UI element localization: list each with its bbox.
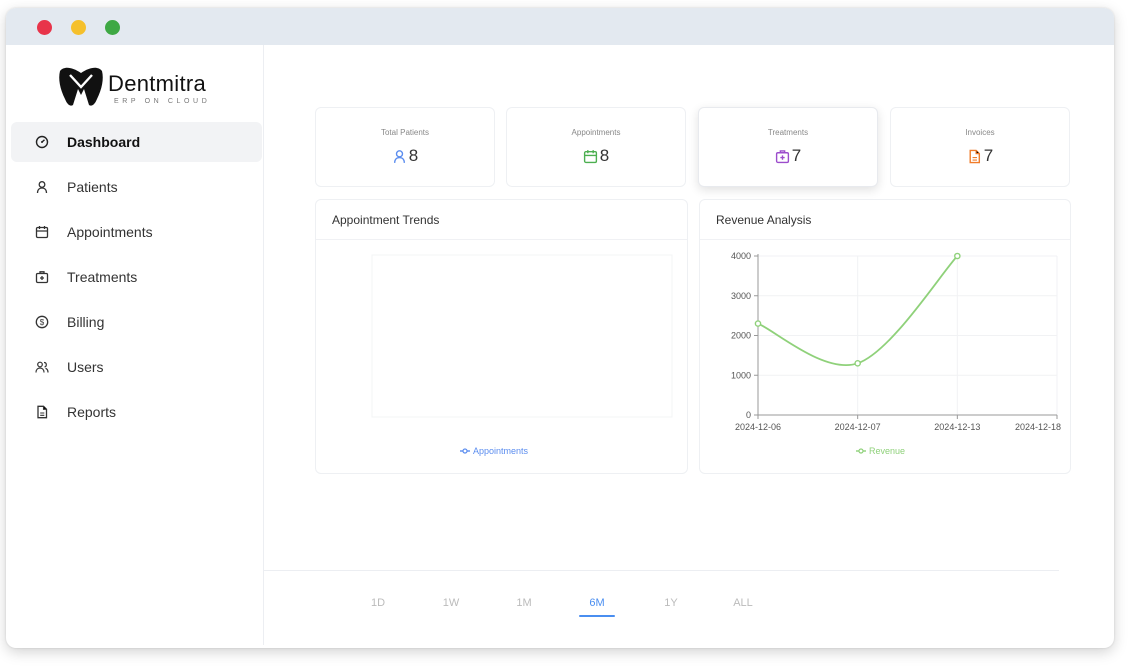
sidebar-item-label: Dashboard xyxy=(67,134,141,150)
y-tick-label: 0 xyxy=(746,410,751,420)
legend-marker-dot xyxy=(462,448,468,454)
sidebar-item-users[interactable]: Users xyxy=(11,347,262,387)
range-1w-button[interactable]: 1W xyxy=(433,597,469,615)
person-icon xyxy=(393,149,405,163)
stat-label: Total Patients xyxy=(380,128,430,137)
brand-logo[interactable]: Dentmitra ERP ON CLOUD xyxy=(56,65,226,111)
range-1d-button[interactable]: 1D xyxy=(360,597,396,615)
x-axis: 2024-12-06 2024-12-07 2024-12-13 2024-12-18 xyxy=(735,414,1061,432)
chart-grid xyxy=(757,255,1058,416)
brand-tagline: ERP ON CLOUD xyxy=(114,98,211,105)
stat-card-treatments[interactable]: Treatments 7 xyxy=(698,107,878,187)
sidebar: Dentmitra ERP ON CLOUD Dashboard Patient… xyxy=(6,45,263,435)
app-window: Dentmitra ERP ON CLOUD Dashboard Patient… xyxy=(6,8,1114,648)
gauge-icon xyxy=(35,135,49,149)
medical-kit-icon xyxy=(775,149,789,163)
stat-card-appointments[interactable]: Appointments 8 xyxy=(506,107,686,187)
stat-label: Appointments xyxy=(571,128,621,137)
stat-card-total-patients[interactable]: Total Patients 8 xyxy=(315,107,495,187)
stat-label: Invoices xyxy=(965,128,995,137)
sidebar-item-patients[interactable]: Patients xyxy=(11,167,262,207)
medical-kit-icon xyxy=(35,271,49,284)
range-6m-button[interactable]: 6M xyxy=(579,597,615,615)
stat-label: Treatments xyxy=(767,128,809,137)
document-icon xyxy=(37,405,48,419)
sidebar-item-treatments[interactable]: Treatments xyxy=(11,257,262,297)
x-tick-label: 2024-12-13 xyxy=(934,422,980,432)
x-tick-label: 2024-12-07 xyxy=(835,422,881,432)
sidebar-item-label: Reports xyxy=(67,404,117,420)
range-all-button[interactable]: ALL xyxy=(725,597,761,615)
range-selected-indicator xyxy=(579,615,615,617)
svg-text:$: $ xyxy=(40,318,45,327)
y-tick-label: 4000 xyxy=(731,251,751,261)
person-icon xyxy=(36,181,48,194)
sidebar-item-label: Patients xyxy=(67,179,118,195)
sidebar-item-dashboard[interactable]: Dashboard xyxy=(11,122,262,162)
close-window-button[interactable] xyxy=(37,20,52,35)
brand-name: Dentmitra xyxy=(108,71,207,96)
revenue-analysis-chart: 01000200030004000 2024-12-06 2024-12-07 20… xyxy=(731,251,1061,456)
appointment-trends-card: Appointment Trends Appointments xyxy=(315,199,688,474)
sidebar-divider xyxy=(263,45,264,645)
title-bar xyxy=(6,8,1114,45)
revenue-point[interactable] xyxy=(854,360,861,367)
calendar-icon xyxy=(35,226,49,239)
time-range-divider xyxy=(264,570,1059,571)
sidebar-item-billing[interactable]: $ Billing xyxy=(11,302,262,342)
sidebar-item-label: Treatments xyxy=(67,269,138,285)
sidebar-item-reports[interactable]: Reports xyxy=(11,392,262,432)
revenue-point[interactable] xyxy=(954,252,961,260)
stat-card-invoices[interactable]: Invoices 7 xyxy=(890,107,1070,187)
users-icon xyxy=(35,361,49,373)
chart-title: Appointment Trends xyxy=(332,213,440,227)
x-tick-label: 2024-12-18 xyxy=(1015,422,1061,432)
stat-value: 7 xyxy=(983,146,994,165)
legend-label: Appointments xyxy=(473,446,529,456)
y-tick-label: 1000 xyxy=(731,370,751,380)
range-1m-button[interactable]: 1M xyxy=(506,597,542,615)
revenue-analysis-card: Revenue Analysis 0 1000 2000 3000 4000 2024-… xyxy=(699,199,1071,474)
calendar-icon xyxy=(583,149,597,163)
stat-value: 8 xyxy=(599,146,610,165)
minimize-window-button[interactable] xyxy=(71,20,86,35)
x-tick-label: 2024-12-06 xyxy=(735,422,781,432)
sidebar-item-label: Users xyxy=(67,359,104,375)
stat-value: 8 xyxy=(408,146,419,165)
y-axis: 0 1000 2000 3000 4000 xyxy=(731,251,759,420)
appointment-trends-chart: Appointments xyxy=(371,254,673,456)
y-tick-label: 3000 xyxy=(731,291,751,301)
y-tick-label: 2000 xyxy=(731,331,751,341)
tooth-logo-icon xyxy=(59,67,103,106)
revenue-point[interactable] xyxy=(754,320,762,327)
legend-label: Revenue xyxy=(869,446,905,456)
dollar-coin-icon: $ xyxy=(35,315,49,329)
document-icon xyxy=(969,149,980,163)
plot-area xyxy=(371,254,673,418)
stat-value: 7 xyxy=(791,146,802,165)
chart-legend[interactable]: Appointments xyxy=(460,446,529,456)
sidebar-item-appointments[interactable]: Appointments xyxy=(11,212,262,252)
sidebar-item-label: Billing xyxy=(67,314,105,330)
range-1y-button[interactable]: 1Y xyxy=(653,597,689,615)
chart-legend[interactable]: Revenue xyxy=(856,446,905,456)
sidebar-item-label: Appointments xyxy=(67,224,153,240)
maximize-window-button[interactable] xyxy=(105,20,120,35)
chart-title: Revenue Analysis xyxy=(716,213,812,227)
legend-marker-dot xyxy=(858,448,864,454)
